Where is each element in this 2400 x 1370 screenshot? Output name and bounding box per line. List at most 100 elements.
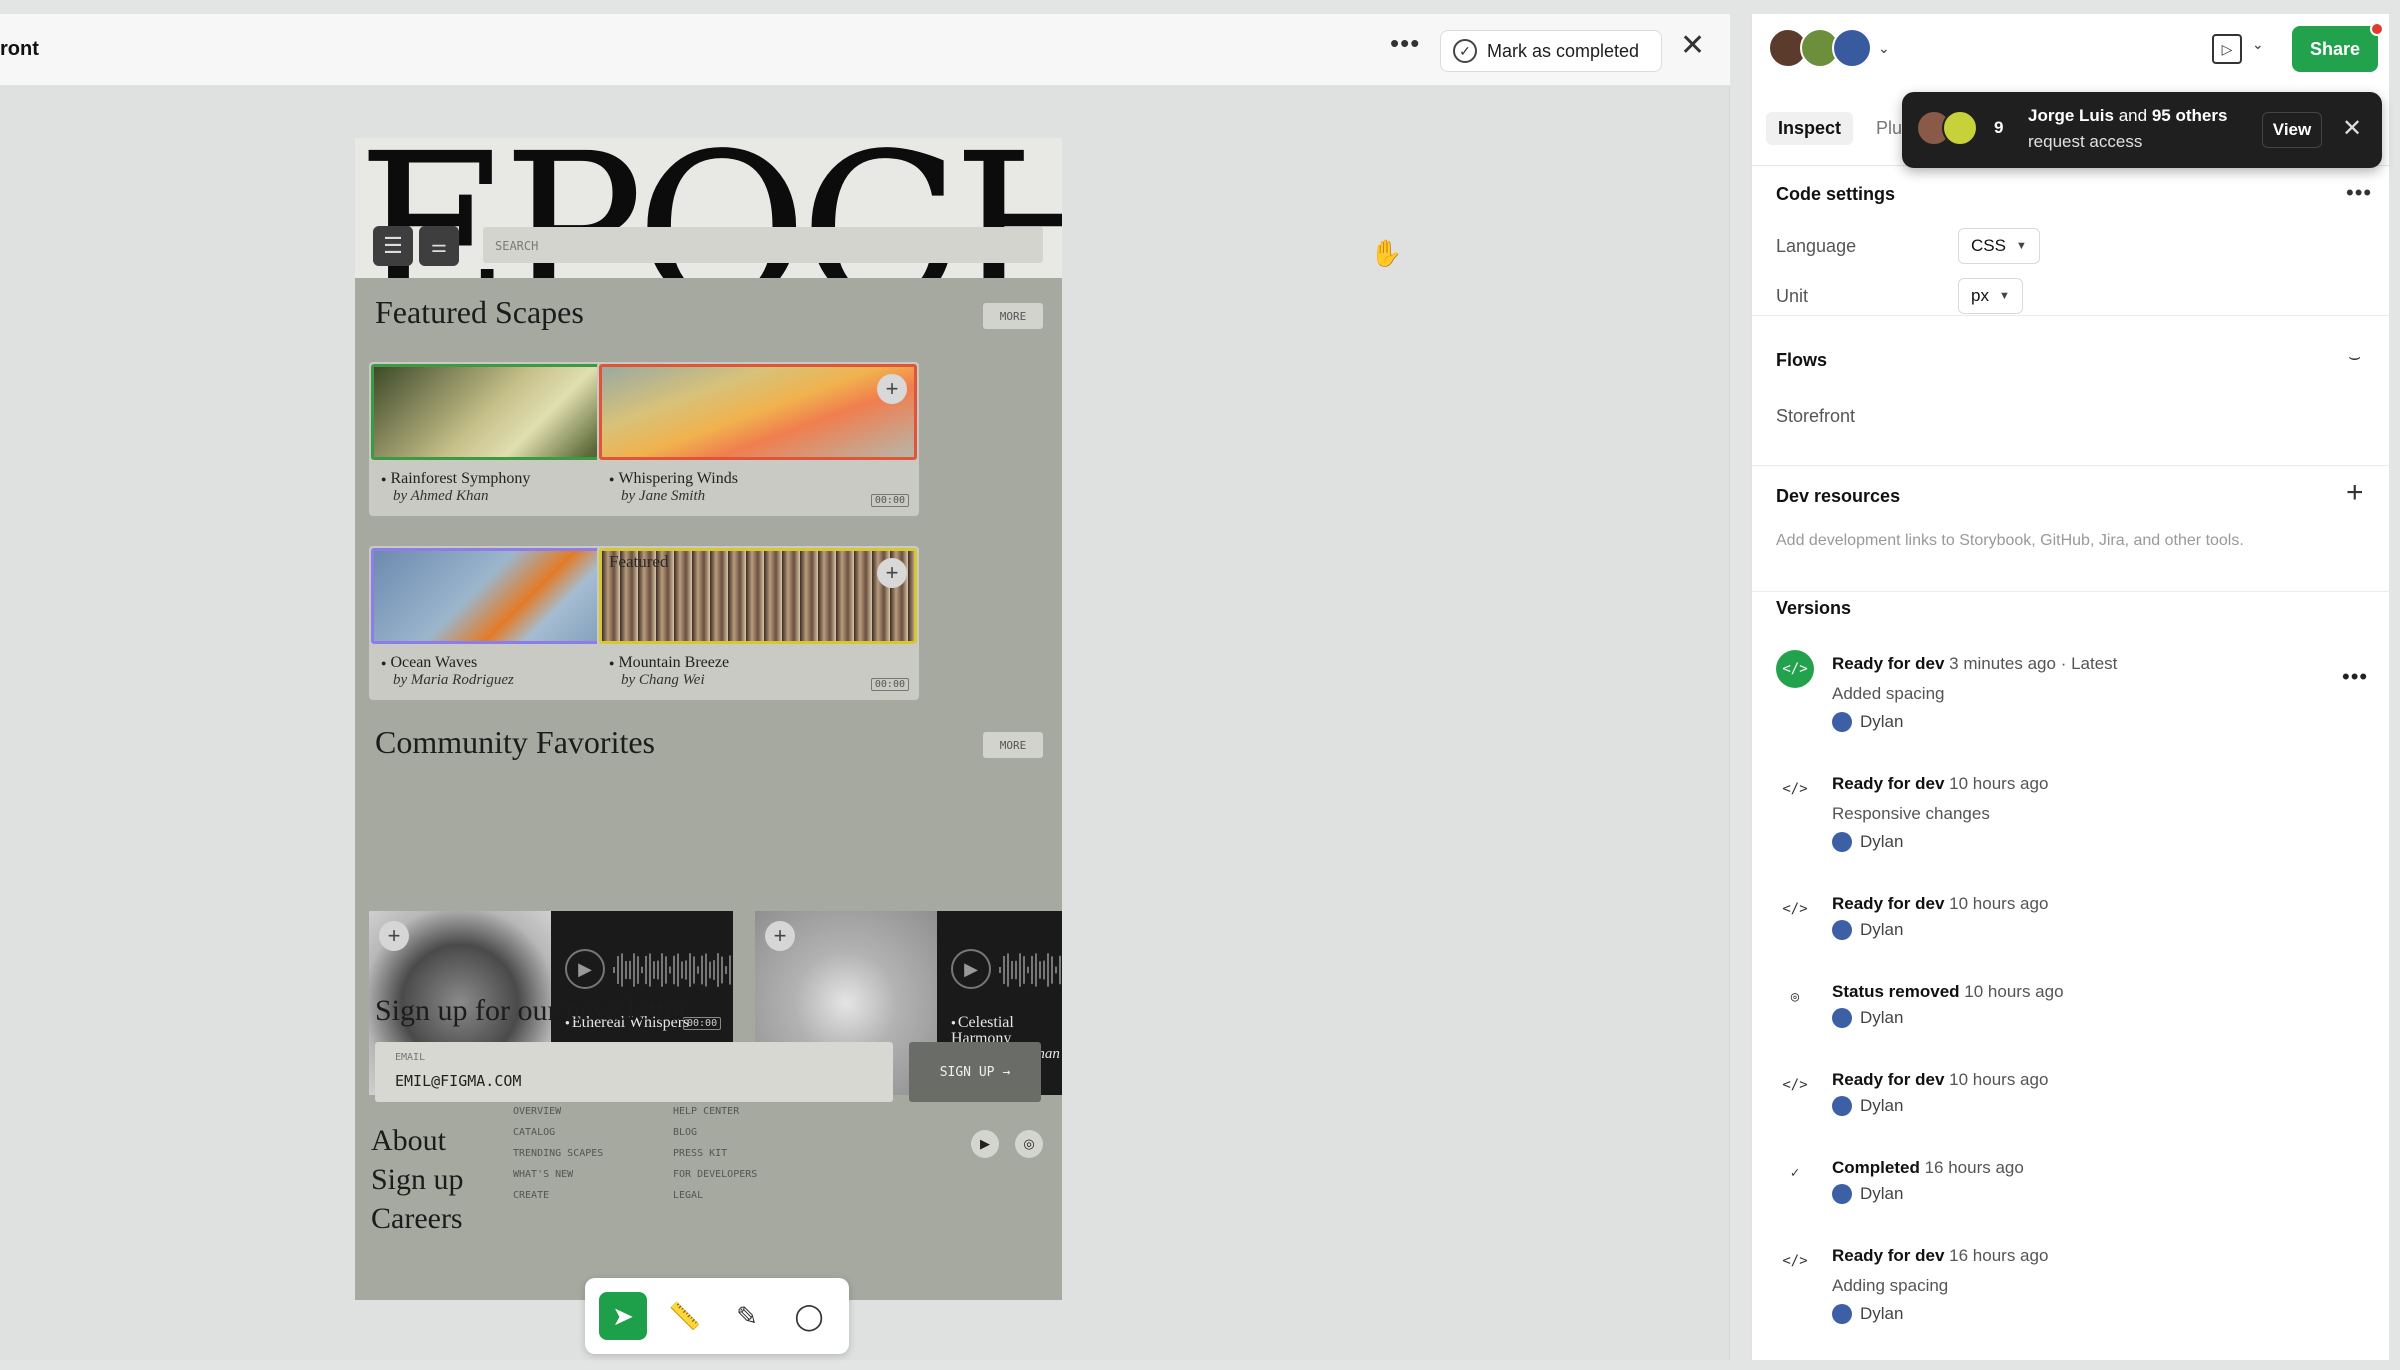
notification-dot: [2370, 22, 2384, 36]
instagram-icon[interactable]: ◎: [1015, 1130, 1043, 1158]
featured-more-button[interactable]: MORE: [983, 303, 1043, 329]
scape-thumbnail: [599, 364, 917, 460]
featured-scapes-title: Featured Scapes: [375, 294, 584, 330]
footer-link[interactable]: PRESS KIT: [673, 1148, 727, 1159]
hand-cursor-icon: ✋: [1370, 238, 1403, 268]
comment-icon[interactable]: ◯: [785, 1292, 833, 1340]
version-author: Dylan: [1832, 832, 1903, 852]
chevron-down-icon[interactable]: ⌄: [1878, 40, 1890, 57]
version-entry[interactable]: </> Ready for dev 10 hours ago Dylan: [1752, 890, 2390, 990]
tool-dock: ➤ 📏 ✎ ◯: [585, 1278, 849, 1354]
add-icon[interactable]: +: [2346, 476, 2364, 510]
avatar: [1832, 28, 1872, 68]
version-header: Ready for dev 10 hours ago: [1832, 894, 2049, 913]
search-input[interactable]: SEARCH: [483, 227, 1043, 263]
check-circle-icon: ✓: [1453, 39, 1477, 63]
version-entry[interactable]: </> Ready for dev 10 hours ago Dylan: [1752, 1066, 2390, 1166]
scape-card[interactable]: Featured + Mountain Breezeby Chang Wei 00:0…: [597, 546, 919, 700]
footer-link[interactable]: WHAT'S NEW: [513, 1169, 573, 1180]
scape-title: Ocean Waves: [381, 654, 477, 672]
add-icon[interactable]: +: [379, 921, 409, 951]
request-count: 9: [1994, 118, 2004, 137]
chevron-down-icon: ▼: [2015, 240, 2027, 252]
filter-icon[interactable]: ⚌: [419, 226, 459, 266]
version-status-icon: </>: [1782, 1253, 1808, 1269]
ruler-icon[interactable]: 📏: [661, 1292, 709, 1340]
footer-link[interactable]: CREATE: [513, 1190, 549, 1201]
version-entry[interactable]: </> Ready for dev 16 hours ago Adding spac…: [1752, 1242, 2390, 1342]
view-button[interactable]: View: [2262, 112, 2322, 148]
storefront-frame[interactable]: EPOCH ☰ ⚌ SEARCH Featured Scapes MORE + R…: [355, 138, 1062, 1300]
design-canvas[interactable]: ront ••• ✓ Mark as completed ✕ EPOCH ☰ ⚌…: [0, 14, 1730, 1360]
footer-link-signup[interactable]: Sign up: [371, 1163, 464, 1197]
featured-tag: Featured: [609, 552, 669, 571]
version-author: Dylan: [1832, 1008, 1903, 1028]
community-favorites-title: Community Favorites: [375, 724, 655, 760]
chevron-down-icon[interactable]: ⌄: [2252, 36, 2264, 53]
access-request-toast: 9 Jorge Luis and 95 others request acces…: [1902, 92, 2382, 168]
version-status-icon: </>: [1782, 1077, 1808, 1093]
collaborator-avatars[interactable]: ⌄: [1768, 28, 1890, 68]
version-description: Adding spacing: [1832, 1276, 1949, 1295]
play-icon[interactable]: ▶: [951, 949, 991, 989]
youtube-icon[interactable]: ▶: [971, 1130, 999, 1158]
footer-link[interactable]: HELP CENTER: [673, 1106, 739, 1117]
footer-link[interactable]: LEGAL: [673, 1190, 703, 1201]
tab-inspect[interactable]: Inspect: [1766, 112, 1854, 145]
footer-link[interactable]: OVERVIEW: [513, 1106, 561, 1117]
share-button[interactable]: Share: [2292, 26, 2378, 72]
flow-item-storefront[interactable]: Storefront: [1776, 406, 1855, 427]
unit-value: px: [1971, 286, 1989, 305]
canvas-topbar: ront ••• ✓ Mark as completed ✕: [0, 14, 1730, 86]
version-status-icon: </>: [1776, 650, 1814, 688]
footer-link[interactable]: BLOG: [673, 1127, 697, 1138]
chevron-down-icon: ▼: [1998, 290, 2010, 302]
dev-resources-section: Dev resources + Add development links to…: [1752, 466, 2390, 592]
newsletter-title: Sign up for our newsletter: [375, 994, 689, 1027]
waveform: [999, 953, 1061, 987]
sign-up-button[interactable]: SIGN UP →: [909, 1042, 1041, 1102]
avatar: [1832, 1304, 1852, 1324]
menu-icon[interactable]: ☰: [373, 226, 413, 266]
tab-plugins[interactable]: Plu: [1876, 118, 1902, 139]
scape-card[interactable]: + Whispering Windsby Jane Smith 00:00: [597, 362, 919, 516]
more-options-icon[interactable]: •••: [2346, 180, 2372, 206]
footer-link[interactable]: TRENDING SCAPES: [513, 1148, 603, 1159]
present-icon[interactable]: ▷: [2212, 34, 2242, 64]
add-icon[interactable]: +: [877, 558, 907, 588]
footer-link[interactable]: CATALOG: [513, 1127, 555, 1138]
community-more-button[interactable]: MORE: [983, 732, 1043, 758]
hidden-eye-icon[interactable]: ⌣: [2348, 346, 2361, 369]
version-author: Dylan: [1832, 920, 1903, 940]
add-icon[interactable]: +: [877, 374, 907, 404]
close-icon[interactable]: ✕: [2342, 114, 2362, 143]
unit-select[interactable]: px ▼: [1958, 278, 2023, 314]
version-entry[interactable]: ◎ Status removed 10 hours ago Dylan: [1752, 978, 2390, 1078]
version-header: Ready for dev 10 hours ago: [1832, 1070, 2049, 1089]
close-icon[interactable]: ✕: [1680, 28, 1705, 63]
edit-icon[interactable]: ✎: [723, 1292, 771, 1340]
arrow-right-icon: →: [1002, 1064, 1011, 1080]
add-icon[interactable]: +: [765, 921, 795, 951]
scape-title: Whispering Winds: [609, 470, 738, 488]
footer-link[interactable]: FOR DEVELOPERS: [673, 1169, 757, 1180]
avatar: [1942, 110, 1978, 146]
unit-label: Unit: [1776, 286, 1809, 306]
avatar: [1832, 1184, 1852, 1204]
email-field[interactable]: EMAIL EMIL@FIGMA.COM: [375, 1042, 893, 1102]
version-entry[interactable]: ✓ Completed 16 hours ago Dylan: [1752, 1154, 2390, 1254]
language-select[interactable]: CSS ▼: [1958, 228, 2040, 264]
version-entry[interactable]: </> Ready for dev 10 hours ago Responsive …: [1752, 770, 2390, 870]
play-icon[interactable]: ▶: [565, 949, 605, 989]
more-options-icon[interactable]: •••: [1390, 30, 1420, 56]
version-status-icon: ◎: [1790, 989, 1800, 1005]
cursor-icon[interactable]: ➤: [599, 1292, 647, 1340]
mark-as-completed-button[interactable]: ✓ Mark as completed: [1440, 30, 1662, 72]
version-entry[interactable]: </> Ready for dev 3 minutes ago · Latest A…: [1752, 650, 2390, 750]
footer-link-about[interactable]: About: [371, 1124, 446, 1158]
footer-link-careers[interactable]: Careers: [371, 1202, 463, 1236]
scape-title: Rainforest Symphony: [381, 470, 530, 488]
versions-title: Versions: [1776, 598, 1852, 618]
waveform: [613, 953, 731, 987]
more-options-icon[interactable]: •••: [2342, 664, 2368, 690]
